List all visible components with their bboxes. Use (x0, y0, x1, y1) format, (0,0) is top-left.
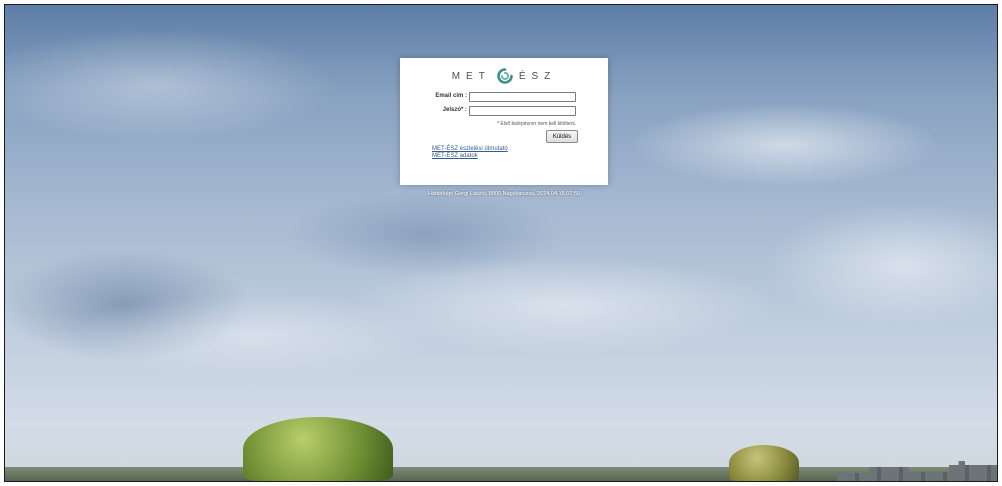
email-row: Email cím : (400, 92, 608, 104)
password-label: Jelszó* : (442, 107, 467, 113)
password-input[interactable] (469, 106, 576, 116)
submit-button[interactable]: Küldés (546, 130, 578, 143)
background-credit: Háttérkép: Gergi László, 8800 Nagykanizs… (428, 191, 580, 197)
logo-text-right: ÉSZ (518, 70, 557, 82)
background-tree (729, 445, 799, 481)
met-esz-logo: MET ÉSZ (400, 67, 608, 85)
logo-text-left: MET (451, 70, 491, 82)
guide-link[interactable]: MET-ÉSZ észlelési útmutató (432, 146, 508, 153)
email-input[interactable] (469, 92, 576, 102)
login-panel: MET ÉSZ Email cím : Jelszó* : * Első bel… (400, 58, 608, 185)
data-link[interactable]: MET-ÉSZ adatok (432, 153, 508, 160)
swirl-icon (497, 68, 513, 84)
email-label: Email cím : (435, 93, 467, 99)
help-links: MET-ÉSZ észlelési útmutató MET-ÉSZ adato… (432, 146, 508, 160)
background-tree (243, 417, 393, 481)
password-row: Jelszó* : (400, 106, 608, 118)
password-hint: * Első belépésnor nem kell kitölteni. (497, 121, 576, 127)
